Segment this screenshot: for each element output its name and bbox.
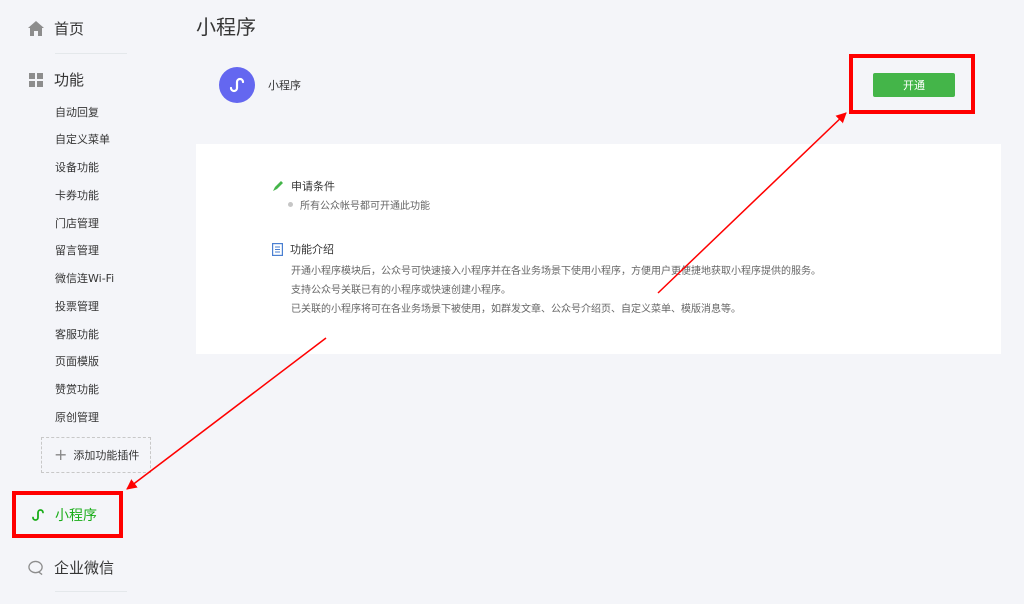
pen-icon <box>272 180 284 192</box>
sidebar-item-customer-service[interactable]: 客服功能 <box>55 327 99 343</box>
sidebar-item-page-templates[interactable]: 页面模版 <box>55 354 99 370</box>
conditions-title: 申请条件 <box>291 180 335 193</box>
sidebar-item-votes[interactable]: 投票管理 <box>55 299 99 315</box>
nav-mini-program[interactable]: 小程序 <box>12 491 123 538</box>
add-plugin-button[interactable]: + 添加功能插件 <box>41 437 151 473</box>
sidebar-item-custom-menu[interactable]: 自定义菜单 <box>55 132 110 148</box>
sidebar-item-wifi[interactable]: 微信连Wi-Fi <box>55 271 114 287</box>
mini-program-logo-icon <box>219 67 255 103</box>
intro-line: 已关联的小程序将可在各业务场景下被使用，如群发文章、公众号介绍页、自定义菜单、模… <box>291 304 741 315</box>
sidebar-item-device[interactable]: 设备功能 <box>55 160 99 176</box>
open-button[interactable]: 开通 <box>873 73 955 97</box>
sidebar: 首页 功能 自动回复 自定义菜单 设备功能 卡券功能 门店管理 留言管理 微信连… <box>0 0 151 604</box>
bullet-icon <box>288 202 293 207</box>
chat-icon <box>28 560 44 576</box>
nav-features-label: 功能 <box>54 71 85 89</box>
app-name: 小程序 <box>268 79 301 92</box>
intro-title: 功能介绍 <box>290 243 334 256</box>
nav-home[interactable]: 首页 <box>28 18 84 39</box>
nav-features[interactable]: 功能 <box>28 69 84 90</box>
mini-program-icon <box>30 507 46 523</box>
sidebar-item-comments[interactable]: 留言管理 <box>55 243 99 259</box>
nav-home-label: 首页 <box>54 20 85 38</box>
conditions-item-text: 所有公众帐号都可开通此功能 <box>300 201 430 212</box>
conditions-item: 所有公众帐号都可开通此功能 <box>288 197 430 212</box>
sidebar-item-original[interactable]: 原创管理 <box>55 410 99 426</box>
divider <box>55 591 127 592</box>
nav-enterprise-wechat-label: 企业微信 <box>54 559 115 577</box>
arrow-to-sidebar <box>126 337 327 490</box>
sidebar-item-rewards[interactable]: 赞赏功能 <box>55 382 99 398</box>
document-icon <box>272 242 283 256</box>
sidebar-item-stores[interactable]: 门店管理 <box>55 216 99 232</box>
plus-icon: + <box>54 445 68 464</box>
home-icon <box>28 21 44 37</box>
nav-mini-program-label: 小程序 <box>55 507 97 524</box>
conditions-heading: 申请条件 <box>272 178 335 194</box>
info-panel: 申请条件 所有公众帐号都可开通此功能 功能介绍 开通小程序模块后，公众号可快速接… <box>196 144 1001 354</box>
sidebar-item-auto-reply[interactable]: 自动回复 <box>55 105 99 121</box>
divider <box>55 53 127 54</box>
add-plugin-label: 添加功能插件 <box>73 449 140 462</box>
grid-icon <box>28 72 44 88</box>
app-header: 小程序 <box>219 67 301 103</box>
intro-heading: 功能介绍 <box>272 241 334 257</box>
intro-line: 开通小程序模块后，公众号可快速接入小程序并在各业务场景下使用小程序，方便用户更便… <box>291 266 821 277</box>
intro-line: 支持公众号关联已有的小程序或快速创建小程序。 <box>291 285 511 296</box>
nav-enterprise-wechat[interactable]: 企业微信 <box>28 557 114 578</box>
sidebar-item-coupons[interactable]: 卡券功能 <box>55 188 99 204</box>
page-title: 小程序 <box>196 15 256 39</box>
